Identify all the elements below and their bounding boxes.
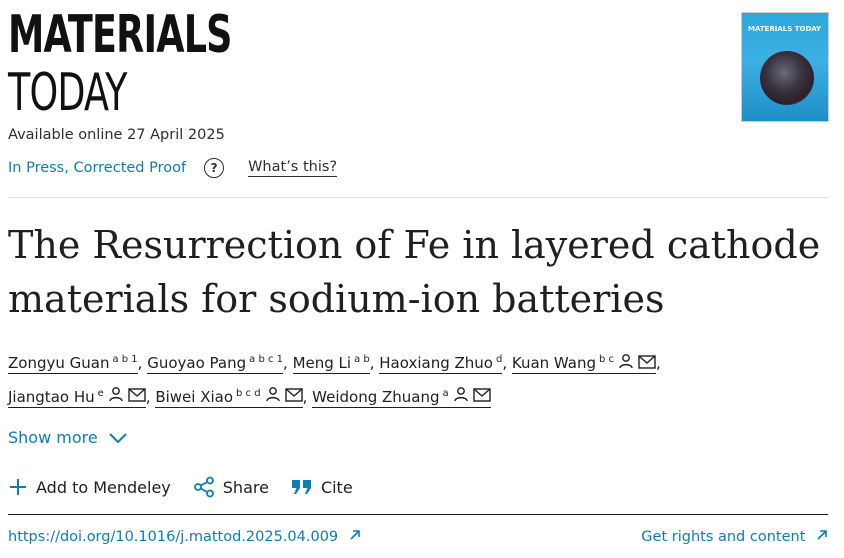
mendeley-label: Add to Mendeley	[36, 477, 171, 497]
author-separator: ,	[283, 354, 293, 372]
get-rights-link[interactable]: Get rights and content	[641, 529, 828, 545]
author-name: Zongyu Guan	[8, 354, 110, 372]
availability-date: Available online 27 April 2025	[8, 127, 225, 143]
author-name: Weidong Zhuang	[312, 387, 440, 406]
author-link[interactable]: Haoxiang Zhuo d	[379, 354, 503, 374]
cite-label: Cite	[320, 477, 353, 497]
author-name: Kuan Wang	[511, 354, 597, 372]
rights-text: Get rights and content	[641, 529, 806, 545]
show-more-label: Show more	[8, 428, 98, 447]
cover-planet-graphic	[760, 51, 814, 105]
author-affiliation-marks: a	[442, 387, 449, 399]
person-icon	[618, 349, 634, 379]
author-affiliation-marks: b c	[599, 354, 615, 365]
author-separator: ,	[302, 387, 313, 406]
add-to-mendeley-button[interactable]: Add to Mendeley	[8, 477, 171, 497]
help-icon[interactable]: ?	[204, 158, 225, 178]
share-icon	[193, 476, 214, 498]
cover-title: MATERIALS TODAY	[748, 25, 822, 33]
article-actions: Add to Mendeley Share Cite	[8, 476, 375, 498]
whats-this-link[interactable]: What’s this?	[248, 159, 338, 177]
actions-divider	[8, 514, 828, 515]
author-separator: ,	[369, 354, 380, 372]
envelope-icon	[638, 349, 656, 379]
author-separator: ,	[145, 387, 156, 406]
share-label: Share	[222, 477, 269, 497]
author-link[interactable]: Jiangtao Hu e	[8, 387, 146, 408]
person-icon	[453, 382, 469, 412]
journal-cover-image[interactable]: MATERIALS TODAY	[741, 12, 829, 122]
article-title: The Resurrection of Fe in layered cathod…	[8, 223, 821, 321]
author-link[interactable]: Meng Li a b	[292, 354, 370, 374]
author-list: Zongyu Guan a b 1, Guoyao Pang a b c 1, Me…	[8, 345, 838, 412]
author-affiliation-marks: a b	[354, 354, 370, 365]
chevron-down-icon	[108, 432, 127, 443]
author-name: Jiangtao Hu	[8, 387, 95, 406]
author-affiliation-marks: e	[97, 387, 104, 399]
author-name: Haoxiang Zhuo	[379, 354, 493, 372]
cite-button[interactable]: Cite	[291, 477, 353, 497]
author-separator: ,	[502, 354, 512, 372]
author-affiliation-marks: b c d	[236, 387, 261, 399]
doi-link[interactable]: https://doi.org/10.1016/j.mattod.2025.04…	[8, 529, 361, 545]
external-link-icon	[350, 530, 360, 540]
journal-name-line1: MATERIALS	[8, 5, 232, 65]
envelope-icon	[128, 382, 146, 412]
journal-name-line2: TODAY	[8, 63, 127, 123]
author-affiliation-marks: a b 1	[112, 354, 138, 365]
share-button[interactable]: Share	[193, 476, 269, 498]
article-status-link[interactable]: In Press, Corrected Proof	[8, 160, 186, 176]
author-link[interactable]: Guoyao Pang a b c 1	[147, 354, 284, 374]
author-name: Biwei Xiao	[155, 387, 234, 406]
show-more-button[interactable]: Show more	[8, 428, 128, 447]
person-icon	[265, 382, 281, 412]
quote-icon	[291, 480, 311, 494]
article-status-row: In Press, Corrected Proof ? What’s this?	[8, 158, 338, 178]
author-separator: ,	[656, 354, 661, 372]
header-divider	[8, 197, 828, 198]
author-name: Guoyao Pang	[147, 354, 247, 372]
author-separator: ,	[137, 354, 148, 372]
author-link[interactable]: Weidong Zhuang a	[312, 387, 491, 408]
plus-icon	[10, 479, 26, 495]
author-link[interactable]: Biwei Xiao b c d	[155, 387, 303, 408]
external-link-icon	[817, 530, 827, 540]
doi-text: https://doi.org/10.1016/j.mattod.2025.04…	[8, 529, 339, 545]
author-affiliation-marks: a b c 1	[249, 354, 284, 365]
envelope-icon	[284, 382, 303, 412]
author-name: Meng Li	[292, 354, 352, 372]
envelope-icon	[472, 382, 491, 412]
author-link[interactable]: Kuan Wang b c	[511, 353, 657, 374]
author-link[interactable]: Zongyu Guan a b 1	[8, 354, 138, 374]
person-icon	[108, 382, 124, 412]
